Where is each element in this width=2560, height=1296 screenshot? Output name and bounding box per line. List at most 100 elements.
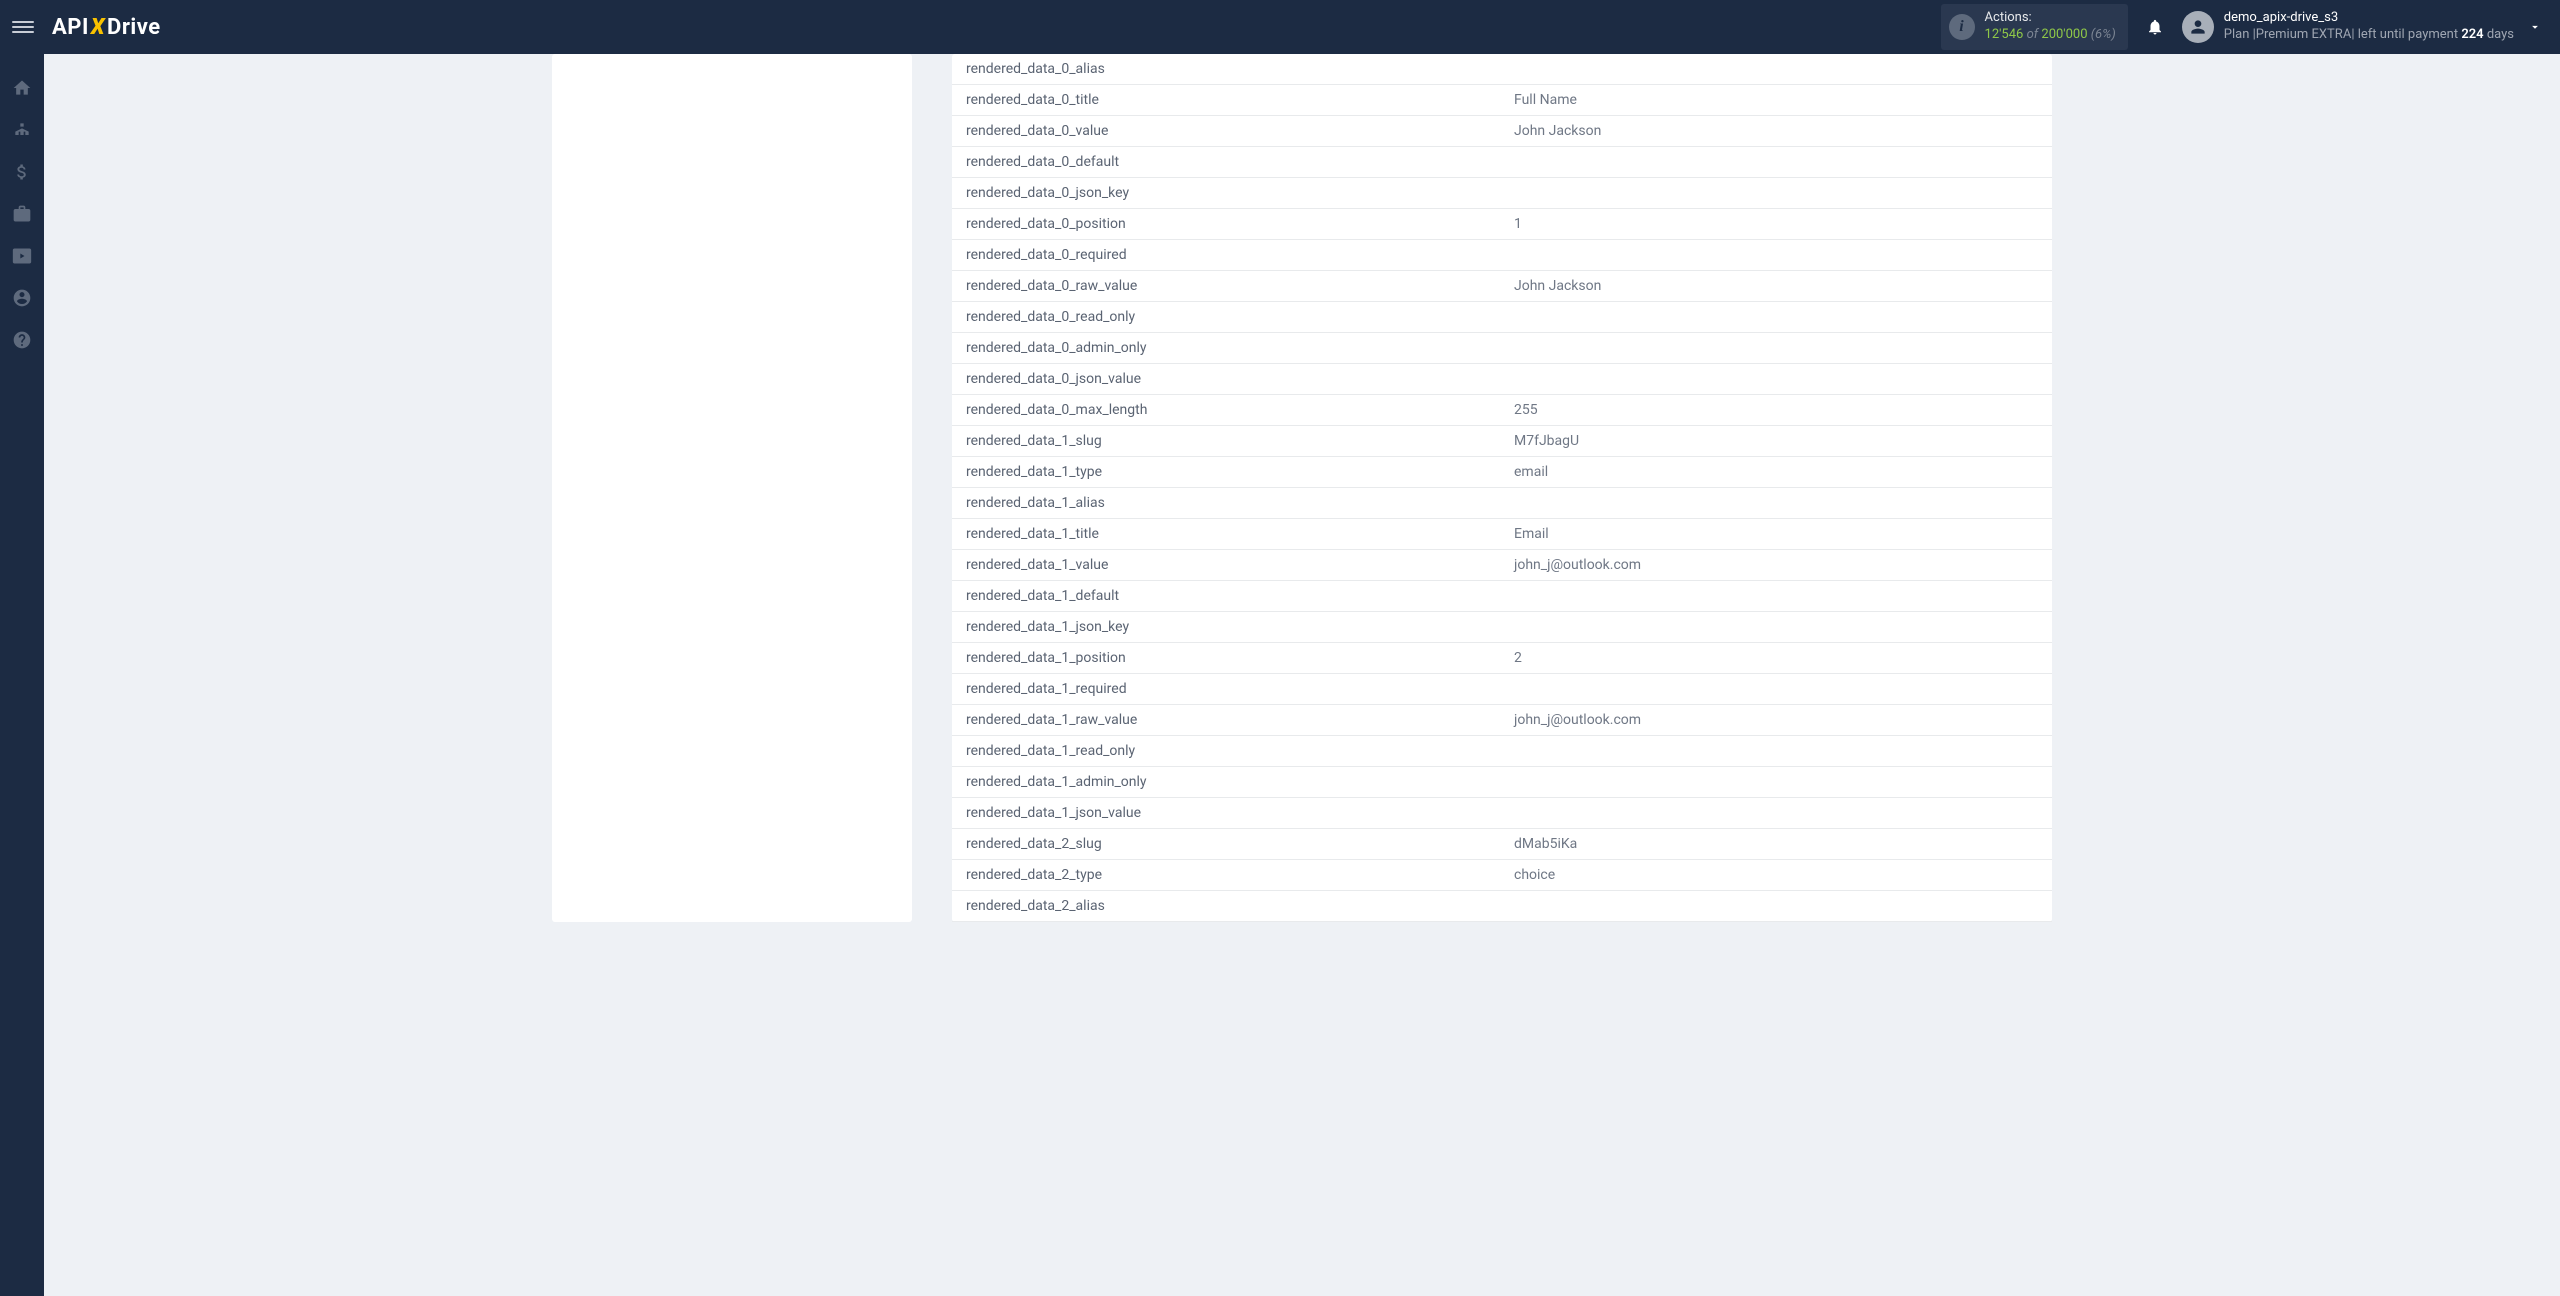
plan-prefix: Plan | bbox=[2224, 27, 2256, 42]
table-cell-key: rendered_data_1_alias bbox=[952, 488, 1502, 519]
sidebar-item-billing[interactable] bbox=[0, 152, 44, 192]
table-row: rendered_data_1_admin_only bbox=[952, 767, 2052, 798]
logo-text-x: X bbox=[91, 15, 105, 40]
table-cell-key: rendered_data_0_value bbox=[952, 116, 1502, 147]
table-row: rendered_data_1_alias bbox=[952, 488, 2052, 519]
table-row: rendered_data_1_json_key bbox=[952, 612, 2052, 643]
table-cell-key: rendered_data_1_default bbox=[952, 581, 1502, 612]
table-cell-key: rendered_data_0_json_key bbox=[952, 178, 1502, 209]
table-cell-key: rendered_data_1_required bbox=[952, 674, 1502, 705]
table-cell-key: rendered_data_0_alias bbox=[952, 54, 1502, 85]
sidebar-item-home[interactable] bbox=[0, 68, 44, 108]
table-cell-value: 255 bbox=[1502, 395, 2052, 426]
logo-text-api: API bbox=[52, 15, 89, 40]
plan-name: Premium EXTRA bbox=[2256, 27, 2352, 42]
table-row: rendered_data_0_position1 bbox=[952, 209, 2052, 240]
table-row: rendered_data_0_alias bbox=[952, 54, 2052, 85]
table-cell-value bbox=[1502, 581, 2052, 612]
table-cell-key: rendered_data_1_position bbox=[952, 643, 1502, 674]
app-logo[interactable]: APIXDrive bbox=[52, 15, 161, 40]
table-cell-key: rendered_data_2_alias bbox=[952, 891, 1502, 922]
table-row: rendered_data_1_typeemail bbox=[952, 457, 2052, 488]
table-cell-value bbox=[1502, 891, 2052, 922]
table-cell-value bbox=[1502, 178, 2052, 209]
sidebar bbox=[0, 54, 44, 1296]
table-row: rendered_data_2_alias bbox=[952, 891, 2052, 922]
table-row: rendered_data_0_titleFull Name bbox=[952, 85, 2052, 116]
table-cell-key: rendered_data_0_default bbox=[952, 147, 1502, 178]
table-cell-value bbox=[1502, 54, 2052, 85]
table-cell-key: rendered_data_0_position bbox=[952, 209, 1502, 240]
sidebar-item-help[interactable] bbox=[0, 320, 44, 360]
table-cell-value: john_j@outlook.com bbox=[1502, 705, 2052, 736]
table-cell-value: dMab5iKa bbox=[1502, 829, 2052, 860]
table-cell-value bbox=[1502, 488, 2052, 519]
table-cell-key: rendered_data_1_read_only bbox=[952, 736, 1502, 767]
layout: rendered_data_0_aliasrendered_data_0_tit… bbox=[0, 54, 2560, 1296]
table-cell-key: rendered_data_2_type bbox=[952, 860, 1502, 891]
user-menu[interactable]: demo_apix-drive_s3 Plan |Premium EXTRA| … bbox=[2182, 10, 2548, 44]
table-cell-key: rendered_data_0_json_value bbox=[952, 364, 1502, 395]
avatar-icon bbox=[2182, 11, 2214, 43]
table-row: rendered_data_1_valuejohn_j@outlook.com bbox=[952, 550, 2052, 581]
table-row: rendered_data_0_raw_valueJohn Jackson bbox=[952, 271, 2052, 302]
table-row: rendered_data_0_read_only bbox=[952, 302, 2052, 333]
table-cell-key: rendered_data_1_slug bbox=[952, 426, 1502, 457]
table-row: rendered_data_0_admin_only bbox=[952, 333, 2052, 364]
table-cell-value bbox=[1502, 767, 2052, 798]
sidebar-item-account[interactable] bbox=[0, 278, 44, 318]
sidebar-item-briefcase[interactable] bbox=[0, 194, 44, 234]
logo-text-drive: Drive bbox=[107, 15, 161, 40]
user-text: demo_apix-drive_s3 Plan |Premium EXTRA| … bbox=[2224, 10, 2514, 44]
table-row: rendered_data_1_slugM7fJbagU bbox=[952, 426, 2052, 457]
table-cell-value: John Jackson bbox=[1502, 116, 2052, 147]
table-cell-value bbox=[1502, 147, 2052, 178]
table-cell-key: rendered_data_1_raw_value bbox=[952, 705, 1502, 736]
plan-days-word: days bbox=[2484, 27, 2514, 42]
table-cell-value: Full Name bbox=[1502, 85, 2052, 116]
actions-counter[interactable]: i Actions: 12'546 of 200'000 (6%) bbox=[1941, 4, 2128, 50]
table-cell-value: email bbox=[1502, 457, 2052, 488]
table-cell-value: John Jackson bbox=[1502, 271, 2052, 302]
bell-icon[interactable] bbox=[2146, 17, 2164, 37]
actions-text: Actions: 12'546 of 200'000 (6%) bbox=[1985, 10, 2116, 44]
top-header: APIXDrive i Actions: 12'546 of 200'000 (… bbox=[0, 0, 2560, 54]
table-cell-value: 2 bbox=[1502, 643, 2052, 674]
table-row: rendered_data_1_required bbox=[952, 674, 2052, 705]
table-cell-value: M7fJbagU bbox=[1502, 426, 2052, 457]
sidebar-item-connections[interactable] bbox=[0, 110, 44, 150]
content-area: rendered_data_0_aliasrendered_data_0_tit… bbox=[44, 54, 2560, 1296]
table-cell-key: rendered_data_1_title bbox=[952, 519, 1502, 550]
table-cell-key: rendered_data_0_raw_value bbox=[952, 271, 1502, 302]
table-cell-value bbox=[1502, 302, 2052, 333]
actions-pct: (6%) bbox=[2091, 27, 2116, 42]
table-row: rendered_data_1_json_value bbox=[952, 798, 2052, 829]
right-panel: rendered_data_0_aliasrendered_data_0_tit… bbox=[952, 54, 2052, 922]
table-cell-value bbox=[1502, 798, 2052, 829]
table-cell-value bbox=[1502, 333, 2052, 364]
hamburger-menu[interactable] bbox=[12, 16, 34, 38]
table-cell-value: Email bbox=[1502, 519, 2052, 550]
panel-wrap: rendered_data_0_aliasrendered_data_0_tit… bbox=[552, 54, 2052, 922]
actions-label: Actions: bbox=[1985, 10, 2116, 27]
table-row: rendered_data_2_typechoice bbox=[952, 860, 2052, 891]
table-row: rendered_data_0_max_length255 bbox=[952, 395, 2052, 426]
table-cell-key: rendered_data_1_value bbox=[952, 550, 1502, 581]
sidebar-item-video[interactable] bbox=[0, 236, 44, 276]
actions-total: 200'000 bbox=[2041, 27, 2087, 42]
table-row: rendered_data_0_json_value bbox=[952, 364, 2052, 395]
table-row: rendered_data_1_read_only bbox=[952, 736, 2052, 767]
data-table: rendered_data_0_aliasrendered_data_0_tit… bbox=[952, 54, 2052, 922]
table-cell-value: john_j@outlook.com bbox=[1502, 550, 2052, 581]
table-row: rendered_data_1_default bbox=[952, 581, 2052, 612]
plan-left: left until payment bbox=[2355, 27, 2462, 42]
plan-days-num: 224 bbox=[2461, 27, 2483, 42]
table-cell-key: rendered_data_1_json_value bbox=[952, 798, 1502, 829]
table-row: rendered_data_0_json_key bbox=[952, 178, 2052, 209]
table-row: rendered_data_1_titleEmail bbox=[952, 519, 2052, 550]
user-name: demo_apix-drive_s3 bbox=[2224, 10, 2514, 27]
info-icon: i bbox=[1949, 14, 1975, 40]
chevron-down-icon bbox=[2528, 20, 2542, 34]
table-row: rendered_data_0_valueJohn Jackson bbox=[952, 116, 2052, 147]
table-row: rendered_data_1_raw_valuejohn_j@outlook.… bbox=[952, 705, 2052, 736]
